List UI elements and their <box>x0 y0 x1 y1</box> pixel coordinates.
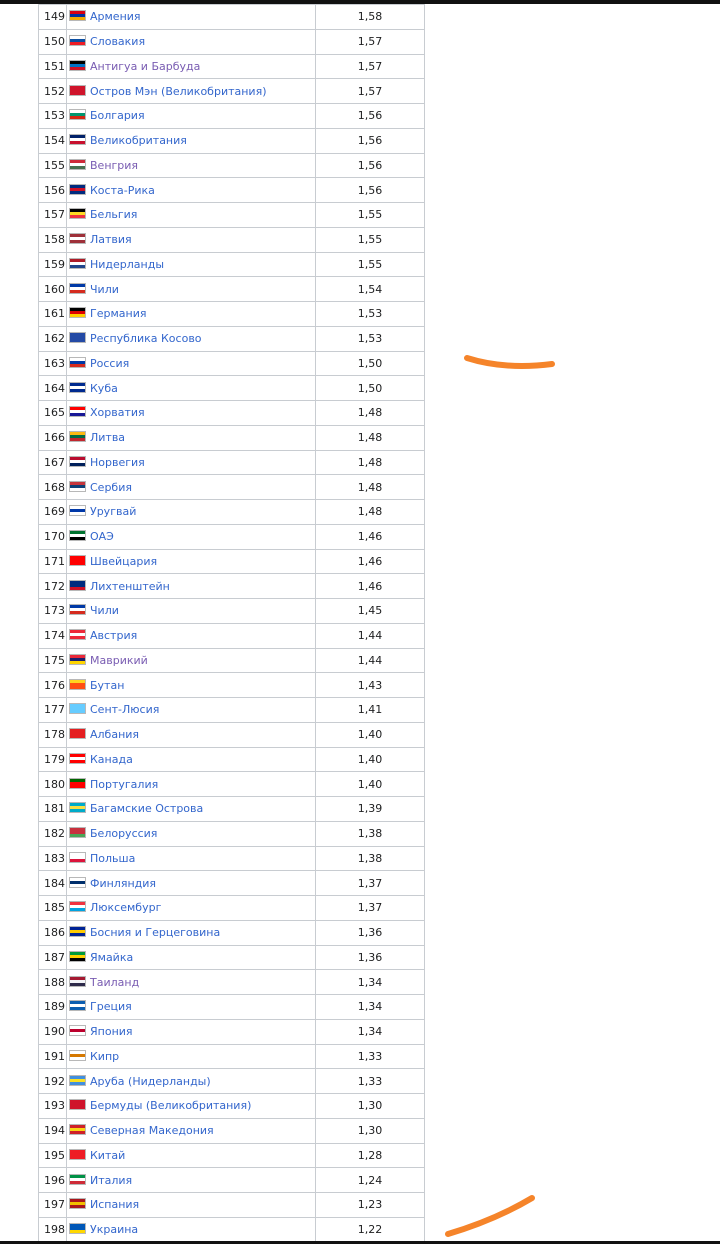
orange-underline-mark-russia <box>464 355 555 369</box>
annotation-layer <box>445 355 555 1237</box>
orange-underline-mark-ukraine <box>445 1195 535 1237</box>
